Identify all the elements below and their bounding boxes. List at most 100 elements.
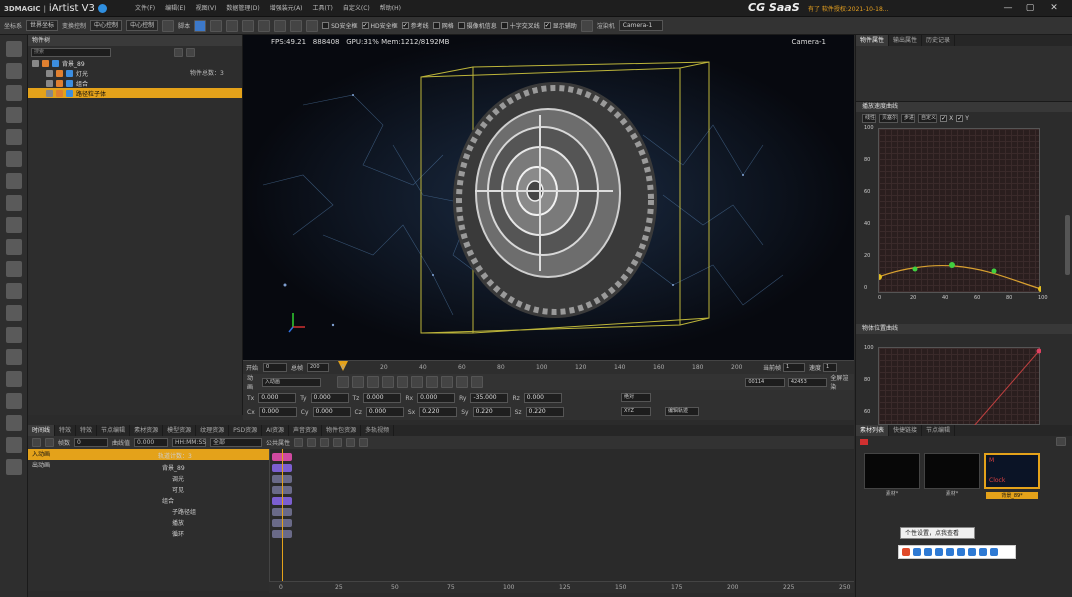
tool-icon[interactable] bbox=[5, 129, 22, 145]
tool-icon[interactable] bbox=[5, 217, 22, 233]
transform-field[interactable]: 0.000 bbox=[363, 393, 402, 403]
frame-field[interactable]: 0 bbox=[74, 438, 109, 447]
curve-point[interactable] bbox=[949, 262, 955, 268]
bottom-tab[interactable]: 节点编辑 bbox=[97, 425, 131, 436]
bottom-tab[interactable]: 素材资源 bbox=[130, 425, 164, 436]
rotation-order-select[interactable]: XYZ bbox=[621, 407, 651, 416]
lock-icon[interactable] bbox=[56, 89, 63, 97]
curve-mode-button[interactable]: 步进 bbox=[901, 113, 916, 123]
bottom-tab[interactable]: 纹理资源 bbox=[196, 425, 230, 436]
ime-icon[interactable] bbox=[924, 548, 932, 556]
crosshair-check[interactable]: 十字交叉线 bbox=[500, 21, 540, 30]
delete-icon[interactable] bbox=[174, 47, 183, 57]
length-field[interactable]: 200 bbox=[307, 363, 329, 372]
tool-icon[interactable] bbox=[5, 349, 22, 365]
bottom-tab[interactable]: 特效 bbox=[76, 425, 98, 436]
materials-tab[interactable]: 节点编辑 bbox=[922, 425, 956, 436]
maximize-icon[interactable]: ▢ bbox=[1024, 2, 1036, 14]
close-icon[interactable]: ✕ bbox=[1048, 2, 1060, 14]
tool-icon[interactable] bbox=[5, 393, 22, 409]
nav-prev-icon[interactable] bbox=[346, 438, 356, 447]
tool-icon[interactable] bbox=[5, 239, 22, 255]
transform-field[interactable]: 0.220 bbox=[419, 407, 458, 417]
track-item[interactable]: 循环 bbox=[158, 529, 196, 540]
track-item[interactable]: 子路径组 bbox=[158, 507, 196, 518]
materials-tab[interactable]: 素材列表 bbox=[856, 425, 890, 436]
tab-2[interactable]: 历史记录 bbox=[922, 35, 956, 46]
frame-icon[interactable] bbox=[290, 19, 303, 32]
menu-item[interactable]: 数据管理(D) bbox=[221, 3, 264, 12]
helper-check[interactable]: ✓ 显示辅助 bbox=[543, 21, 577, 30]
timeline-ruler[interactable]: 0 25 50 75 100 125 150 175 200 225 250 bbox=[269, 581, 854, 593]
timecode-field[interactable]: HH:MM:SS bbox=[172, 438, 206, 447]
bottom-tab[interactable]: 声音资源 bbox=[289, 425, 323, 436]
scale-tool-icon[interactable] bbox=[242, 19, 255, 32]
add-track-icon[interactable] bbox=[32, 438, 41, 447]
coord-field-2[interactable]: 42453 bbox=[787, 377, 828, 387]
add-key-icon[interactable] bbox=[426, 376, 439, 388]
transform-field[interactable]: 0.000 bbox=[365, 407, 404, 417]
coord-select[interactable]: 世界坐标 bbox=[26, 20, 59, 31]
move-tool-icon[interactable] bbox=[210, 19, 223, 32]
edit-path-button[interactable]: 编辑轨迹 bbox=[665, 407, 699, 416]
lock-icon[interactable] bbox=[56, 79, 63, 87]
menu-item[interactable]: 工具(T) bbox=[308, 3, 338, 12]
render-settings-icon[interactable] bbox=[580, 19, 593, 32]
filter-select[interactable]: 全部 bbox=[210, 438, 263, 447]
hd-safe-check[interactable]: ✓ HD安全框 bbox=[361, 21, 398, 30]
sd-safe-check[interactable]: SD安全框 bbox=[322, 21, 358, 30]
curve-point[interactable] bbox=[879, 274, 882, 280]
transform-field[interactable]: 0.000 bbox=[258, 407, 297, 417]
bottom-tab[interactable]: AI资源 bbox=[262, 425, 290, 436]
prev-frame-icon[interactable] bbox=[366, 376, 379, 388]
ime-icon[interactable] bbox=[946, 548, 954, 556]
track-row[interactable]: 出动画 bbox=[28, 460, 269, 471]
property-filter[interactable]: 公共属性 bbox=[266, 438, 290, 447]
rotate-tool-icon[interactable] bbox=[226, 19, 239, 32]
tool-icon[interactable] bbox=[5, 305, 22, 321]
3d-viewport[interactable]: FPS:49.21 888408 GPU:31% Mem:1212/8192MB… bbox=[243, 35, 854, 360]
track-item[interactable]: 组合 bbox=[158, 496, 196, 507]
tool-icon[interactable] bbox=[5, 151, 22, 167]
loop-icon[interactable] bbox=[411, 376, 424, 388]
tool-icon[interactable] bbox=[5, 415, 22, 431]
list-icon[interactable] bbox=[1056, 437, 1066, 446]
tool-icon[interactable] bbox=[5, 437, 22, 453]
property-scrollbar[interactable] bbox=[1065, 215, 1070, 275]
tree-row[interactable]: 路径粒子体 bbox=[28, 88, 242, 98]
current-field[interactable]: 1 bbox=[783, 363, 805, 372]
record-icon[interactable] bbox=[860, 439, 868, 445]
ime-icon[interactable] bbox=[957, 548, 965, 556]
transform-field[interactable]: -35.000 bbox=[470, 393, 509, 403]
tool-icon[interactable] bbox=[5, 261, 22, 277]
render-icon[interactable] bbox=[258, 19, 271, 32]
tree-row[interactable]: 背景_89 bbox=[28, 58, 242, 68]
curve-value-field[interactable]: 0.000 bbox=[134, 438, 169, 447]
transform-field[interactable]: 0.000 bbox=[310, 393, 349, 403]
lock-icon[interactable] bbox=[42, 59, 49, 67]
ime-icon[interactable] bbox=[913, 548, 921, 556]
end-icon[interactable] bbox=[396, 376, 409, 388]
ime-icon[interactable] bbox=[979, 548, 987, 556]
tool-icon[interactable] bbox=[5, 41, 22, 57]
anim-select[interactable]: 入动画 bbox=[261, 377, 322, 387]
frame-ruler[interactable]: 开始 0 总帧 200 当前帧 1 速度 1 0 20 40 60 80 100 120 14… bbox=[243, 360, 854, 374]
bottom-tab[interactable]: 物件包资源 bbox=[322, 425, 362, 436]
materials-tab[interactable]: 快捷链接 bbox=[889, 425, 923, 436]
remove-track-icon[interactable] bbox=[45, 438, 54, 447]
play-icon[interactable] bbox=[351, 376, 364, 388]
list-icon[interactable] bbox=[186, 47, 195, 57]
speed-field[interactable]: 1 bbox=[823, 363, 837, 372]
select-tool-icon[interactable] bbox=[194, 19, 207, 32]
visibility-icon[interactable] bbox=[32, 59, 39, 67]
material-thumb[interactable]: 素材* bbox=[924, 453, 980, 497]
curve-point[interactable] bbox=[1038, 286, 1041, 292]
tree-row[interactable]: 组合 bbox=[28, 78, 242, 88]
curve-mode-button[interactable]: 线性 bbox=[862, 113, 877, 123]
transform-field[interactable]: 0.000 bbox=[523, 393, 562, 403]
menu-item[interactable]: 帮助(H) bbox=[375, 3, 406, 12]
refresh-icon[interactable] bbox=[470, 376, 483, 388]
menu-item[interactable]: 自定义(C) bbox=[338, 3, 375, 12]
lock-icon[interactable] bbox=[56, 69, 63, 77]
curve-mode-button[interactable]: 自定义 bbox=[918, 113, 938, 123]
